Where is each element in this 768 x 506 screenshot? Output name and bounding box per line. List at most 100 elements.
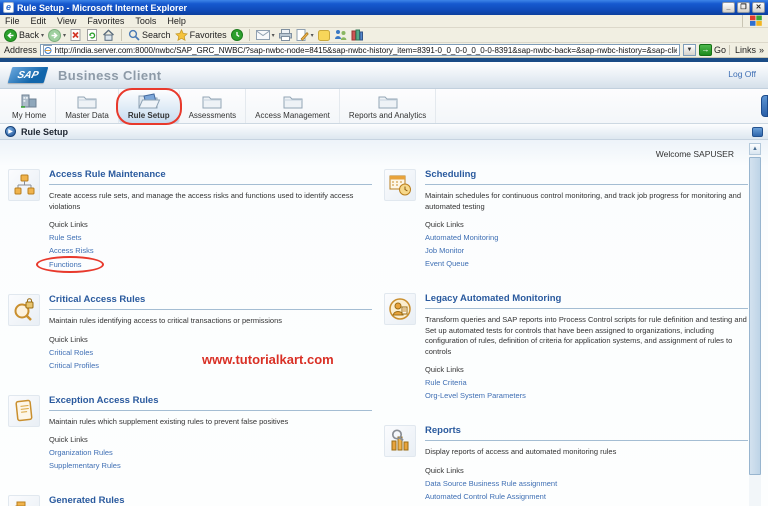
forward-button[interactable]: ▾	[48, 29, 66, 42]
section-title: Critical Access Rules	[49, 294, 372, 310]
breadcrumb: ▶ Rule Setup	[0, 124, 768, 140]
menu-file[interactable]: File	[5, 16, 20, 26]
link-org-level-system-parameters[interactable]: Org-Level System Parameters	[425, 391, 748, 400]
link-rule-criteria[interactable]: Rule Criteria	[425, 378, 748, 387]
section-title: Legacy Automated Monitoring	[425, 293, 748, 309]
calendar-clock-icon	[384, 169, 416, 201]
section-description: Maintain rules identifying access to cri…	[49, 316, 372, 327]
messenger-button[interactable]	[334, 29, 347, 41]
menu-bar: File Edit View Favorites Tools Help	[0, 15, 768, 28]
quick-links-label: Quick Links	[425, 466, 748, 475]
link-functions[interactable]: Functions	[49, 260, 82, 269]
tab-reports-and-analytics[interactable]: Reports and Analytics	[340, 89, 436, 123]
mail-icon	[256, 30, 270, 40]
address-dropdown-button[interactable]: ▼	[683, 44, 696, 56]
refresh-button[interactable]	[86, 29, 98, 41]
page-title: Rule Setup	[21, 127, 68, 137]
edit-button[interactable]: ▾	[296, 29, 314, 41]
link-event-queue[interactable]: Event Queue	[425, 259, 748, 268]
section-title: Generated Rules	[49, 495, 372, 506]
stop-icon	[70, 29, 82, 41]
breadcrumb-options-icon[interactable]	[752, 127, 763, 137]
refresh-icon	[86, 29, 98, 41]
content-scrollbar[interactable]: ▲	[749, 143, 761, 506]
section-legacy-automated-monitoring: Legacy Automated Monitoring Transform qu…	[384, 293, 748, 404]
menu-favorites[interactable]: Favorites	[87, 16, 124, 26]
go-button[interactable]: → Go	[699, 44, 726, 56]
windows-logo-icon	[742, 15, 763, 27]
tab-rule-setup[interactable]: Rule Setup	[119, 89, 180, 123]
history-button[interactable]	[231, 29, 243, 41]
scroll-up-button[interactable]: ▲	[749, 143, 761, 155]
back-button[interactable]: Back▾	[4, 29, 44, 42]
section-title: Exception Access Rules	[49, 395, 372, 411]
scrollbar-thumb[interactable]	[749, 157, 761, 475]
section-exception-access-rules: Exception Access Rules Maintain rules wh…	[8, 395, 372, 475]
left-column: Access Rule Maintenance Create access ru…	[8, 169, 372, 506]
nav-scroll-chip[interactable]	[761, 95, 768, 117]
tab-my-home[interactable]: My Home	[3, 89, 56, 123]
print-button[interactable]	[279, 29, 292, 41]
log-off-link[interactable]: Log Off	[728, 69, 756, 79]
section-scheduling: Scheduling Maintain schedules for contin…	[384, 169, 748, 272]
link-access-risks[interactable]: Access Risks	[49, 246, 372, 255]
quick-links-label: Quick Links	[49, 220, 372, 229]
page-edit-icon	[296, 29, 309, 41]
breadcrumb-expand-button[interactable]: ▶	[5, 126, 16, 137]
window-titlebar: e Rule Setup - Microsoft Internet Explor…	[0, 0, 768, 15]
search-button[interactable]: Search	[128, 29, 171, 41]
org-hierarchy-icon	[8, 169, 40, 201]
section-description: Display reports of access and automated …	[425, 447, 748, 458]
folder-icon	[378, 92, 398, 109]
open-folder-icon	[137, 92, 161, 109]
menu-edit[interactable]: Edit	[31, 16, 47, 26]
tab-assessments[interactable]: Assessments	[180, 89, 247, 123]
address-label: Address	[4, 45, 37, 55]
content-area: Welcome SAPUSER www.tutorialkart.com Acc…	[0, 140, 768, 506]
person-documents-icon	[384, 293, 416, 325]
link-supplementary-rules[interactable]: Supplementary Rules	[49, 461, 372, 470]
home-icon	[102, 29, 115, 41]
tab-access-management[interactable]: Access Management	[246, 89, 340, 123]
sap-header: SAP Business Client Log Off	[0, 62, 768, 89]
section-title: Scheduling	[425, 169, 748, 185]
research-button[interactable]	[351, 29, 363, 41]
restore-button[interactable]: ❐	[737, 2, 750, 13]
minimize-button[interactable]: _	[722, 2, 735, 13]
right-column: Scheduling Maintain schedules for contin…	[384, 169, 748, 506]
menu-help[interactable]: Help	[167, 16, 186, 26]
stop-button[interactable]	[70, 29, 82, 41]
back-icon	[4, 29, 17, 42]
folder-icon	[283, 92, 303, 109]
search-icon	[128, 29, 140, 41]
link-organization-rules[interactable]: Organization Rules	[49, 448, 372, 457]
link-automated-monitoring[interactable]: Automated Monitoring	[425, 233, 748, 242]
folder-icon	[77, 92, 97, 109]
link-job-monitor[interactable]: Job Monitor	[425, 246, 748, 255]
quick-links-label: Quick Links	[49, 435, 372, 444]
tab-master-data[interactable]: Master Data	[56, 89, 119, 123]
address-bar: Address http://india.server.com:8000/nwb…	[0, 43, 768, 58]
page-icon	[43, 45, 52, 56]
section-title: Access Rule Maintenance	[49, 169, 372, 185]
discuss-button[interactable]	[318, 30, 330, 41]
mail-button[interactable]: ▾	[256, 30, 275, 40]
link-data-source-business-rule-assignment[interactable]: Data Source Business Rule assignment	[425, 479, 748, 488]
close-button[interactable]: ✕	[752, 2, 765, 13]
print-icon	[279, 29, 292, 41]
favorites-button[interactable]: Favorites	[175, 29, 227, 41]
forward-icon	[48, 29, 61, 42]
menu-tools[interactable]: Tools	[135, 16, 156, 26]
link-rule-sets[interactable]: Rule Sets	[49, 233, 372, 242]
address-url: http://india.server.com:8000/nwbc/SAP_GR…	[55, 46, 677, 55]
address-input[interactable]: http://india.server.com:8000/nwbc/SAP_GR…	[40, 44, 680, 56]
sap-logo: SAP	[8, 67, 49, 83]
bar-chart-magnifier-icon	[384, 425, 416, 457]
menu-view[interactable]: View	[57, 16, 76, 26]
lock-magnifier-icon	[8, 294, 40, 326]
link-automated-control-rule-assignment[interactable]: Automated Control Rule Assignment	[425, 492, 748, 501]
links-menu[interactable]: Links »	[729, 45, 764, 55]
caliper-icon	[8, 495, 40, 506]
home-button[interactable]	[102, 29, 115, 41]
section-title: Reports	[425, 425, 748, 441]
